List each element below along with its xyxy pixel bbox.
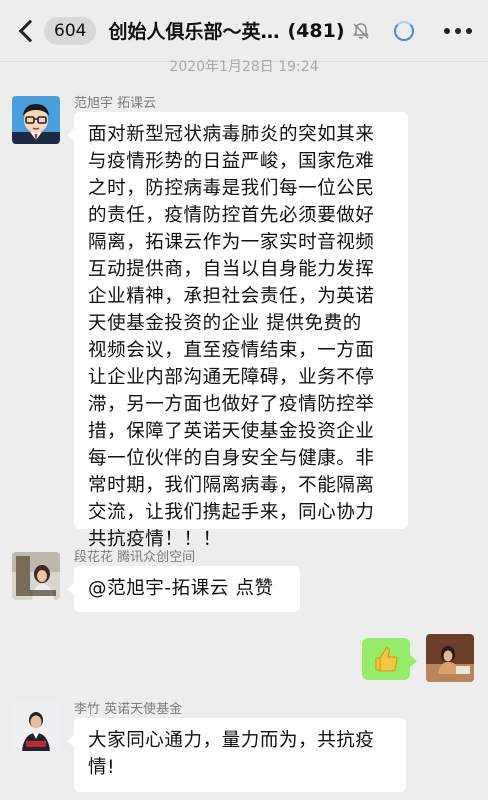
thumbs-up-icon — [375, 647, 398, 672]
avatar[interactable] — [12, 96, 60, 144]
message-line: 每一位伙伴的自身安全与健康。非 — [88, 448, 375, 469]
message-line: 措，保障了英诺天使基金投资企业 — [88, 421, 375, 442]
message-line: 滞，另一方面也做好了疫情防控举 — [88, 394, 375, 415]
message-line: 隔离，拓课云作为一家实时音视频 — [88, 232, 375, 253]
unread-count-badge: 604 — [44, 16, 97, 45]
chat-title[interactable]: 创始人俱乐部～英… — [108, 17, 279, 44]
message-line: 面对新型冠状病毒肺炎的突如其来 — [88, 124, 375, 145]
member-count: (481) — [287, 19, 345, 42]
avatar-photo-icon — [426, 634, 474, 682]
loading-circle-icon — [394, 21, 414, 41]
sender-name: 段花花 腾讯众创空间 — [74, 550, 196, 565]
message-line: 情! — [88, 757, 116, 778]
bell-off-icon — [352, 22, 369, 39]
avatar-cartoon-icon — [12, 96, 60, 144]
back-button[interactable]: 604 — [16, 11, 97, 51]
chevron-left-icon — [18, 19, 42, 42]
more-dots-icon[interactable] — [444, 28, 472, 34]
message-line: 之时，防控病毒是我们每一位公民 — [88, 178, 375, 199]
message-line: 互动提供商，自当以自身能力发挥 — [88, 259, 375, 280]
message-line: 让企业内部沟通无障碍，业务不停 — [88, 367, 375, 388]
chat-header: 604 创始人俱乐部～英… (481) — [0, 0, 488, 62]
message-line: 视频会议，直至疫情结束，一方面 — [88, 340, 375, 361]
message-line: 的责任，疫情防控首先必须要做好 — [88, 205, 375, 226]
message-line: 常时期，我们隔离病毒，不能隔离 — [88, 475, 375, 496]
avatar[interactable] — [12, 552, 60, 600]
sender-name: 范旭宇 拓课云 — [74, 96, 157, 111]
message-bubble[interactable]: 大家同心通力，量力而为，共抗疫 情! — [67, 718, 406, 792]
avatar-photo-icon — [12, 552, 60, 600]
message-timestamp: 2020年1月28日 19:24 — [169, 59, 319, 75]
avatar-photo-icon — [12, 703, 60, 751]
message-line: 企业精神，承担社会责任，为英诺 — [88, 286, 375, 307]
message-line: 大家同心通力，量力而为，共抗疫 — [88, 730, 375, 751]
avatar[interactable] — [12, 703, 60, 751]
message-line: 与疫情形势的日益严峻，国家危难 — [88, 151, 375, 172]
avatar[interactable] — [426, 634, 474, 682]
message-line: 天使基金投资的企业 提供免费的 — [88, 313, 362, 334]
message-bubble[interactable]: 面对新型冠状病毒肺炎的突如其来 与疫情形势的日益严峻，国家危难 之时，防控病毒是… — [67, 112, 408, 550]
sticker-bubble[interactable] — [362, 638, 417, 680]
message-line: 交流，让我们携起手来，同心协力 — [88, 502, 375, 523]
message-bubble[interactable]: @范旭宇-拓课云 点赞 — [67, 566, 300, 612]
sender-name: 李竹 英诺天使基金 — [74, 702, 183, 717]
message-line: @范旭宇-拓课云 点赞 — [88, 578, 274, 599]
